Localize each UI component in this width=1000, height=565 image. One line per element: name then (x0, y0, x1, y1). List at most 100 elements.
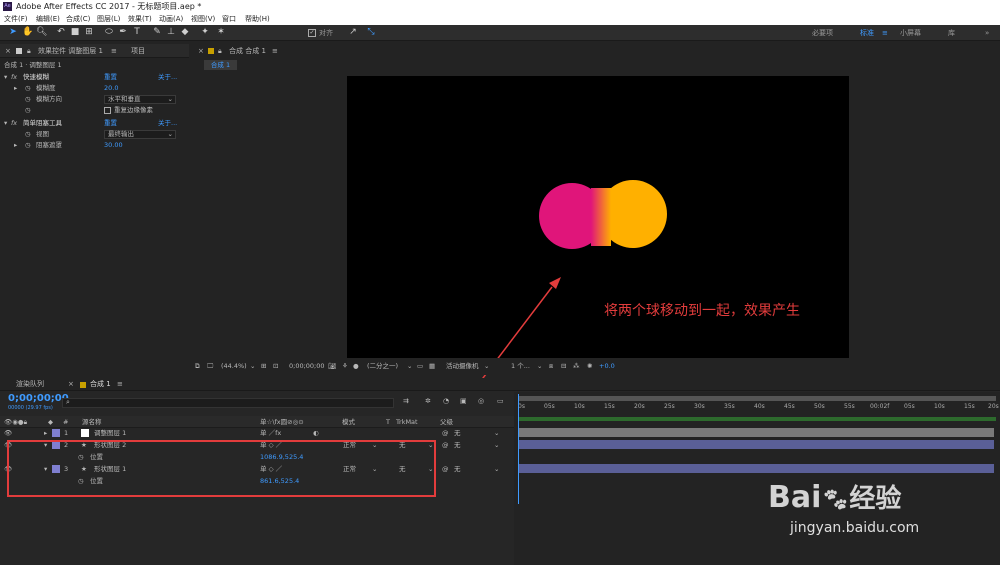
graph-editor-icon[interactable]: ▭ (497, 397, 504, 405)
camera-select[interactable]: 活动摄像机 (446, 358, 479, 375)
workspace-menu-icon[interactable]: ≡ (882, 25, 888, 41)
region-icon[interactable]: ▭ (417, 358, 423, 375)
panel-menu-icon[interactable]: ≡ (117, 378, 123, 391)
layer-row[interactable]: 👁︎ ▸ 1 调整图层 1 单 ／fx ◐ @ 无 ⌄ (0, 427, 514, 439)
frame-blending-icon[interactable]: ▣ (460, 397, 467, 405)
parent-select[interactable]: 无 (454, 439, 461, 451)
snap-icon[interactable]: ↗ (348, 27, 358, 38)
comp-breadcrumb[interactable]: 合成 1 (204, 60, 237, 70)
menu-edit[interactable]: 编辑(E) (36, 13, 60, 25)
playhead[interactable] (518, 394, 519, 504)
camera-tool-icon[interactable]: ■ (70, 27, 80, 38)
pickwhip-icon[interactable]: @ (442, 439, 449, 451)
view-select[interactable]: 最终输出 ⌄ (104, 130, 176, 139)
parent-select[interactable]: 无 (454, 427, 461, 439)
stopwatch-icon[interactable]: ◷ (25, 105, 31, 116)
layer-bar-3[interactable] (518, 464, 994, 473)
color-channel-icon[interactable]: ● (353, 358, 359, 375)
fx-icon[interactable]: fx (11, 118, 17, 129)
adjustment-switch-icon[interactable]: ◐ (313, 427, 319, 439)
chevron-down-icon[interactable]: ⌄ (494, 439, 499, 451)
reset-exposure-icon[interactable]: ✺ (587, 358, 592, 375)
panel-menu-icon[interactable]: ≡ (111, 44, 117, 58)
menu-window[interactable]: 窗口 (222, 13, 236, 25)
puppet-tool-icon[interactable]: ✶ (216, 27, 226, 38)
eye-icon[interactable]: 👁︎ (4, 427, 12, 439)
layer-bar-2[interactable] (518, 440, 994, 449)
expand-arrow-icon[interactable]: ▸ (14, 140, 17, 151)
selection-tool-icon[interactable]: ➤ (8, 27, 18, 38)
align-checkbox[interactable]: ✓ (308, 29, 316, 37)
more-workspaces-icon[interactable]: » (985, 25, 989, 41)
resolution-select[interactable]: (二分之一) (367, 358, 398, 375)
stopwatch-icon[interactable]: ◷ (25, 94, 31, 105)
label-color-swatch[interactable] (52, 429, 60, 437)
zoom-tool-icon[interactable]: 🔍︎ (36, 27, 47, 38)
tab-comp[interactable]: 合成 1 (90, 378, 111, 391)
effect-fast-blur[interactable]: ▾ fx 快速模糊 重置 关于... (0, 72, 189, 83)
type-tool-icon[interactable]: T (132, 27, 142, 38)
snap-bounds-icon[interactable]: ⤡ (366, 27, 376, 38)
draft-3d-icon[interactable]: ✲ (425, 397, 431, 405)
clone-stamp-tool-icon[interactable]: ⊥ (166, 27, 176, 38)
exposure-value[interactable]: +0.0 (599, 358, 615, 375)
ellipse-tool-icon[interactable]: ⬭ (104, 27, 114, 38)
close-panel-icon[interactable]: × (68, 378, 74, 391)
brush-tool-icon[interactable]: ✎ (152, 27, 162, 38)
menu-file[interactable]: 文件(F) (4, 13, 28, 25)
transparency-grid-icon[interactable]: ▦ (429, 358, 435, 375)
stopwatch-icon[interactable]: ◷ (25, 140, 31, 151)
always-preview-icon[interactable]: ⧉ (195, 358, 200, 375)
pickwhip-icon[interactable]: @ (442, 463, 449, 475)
shy-layers-icon[interactable]: ◔ (443, 397, 449, 405)
repeat-edge-checkbox[interactable] (104, 107, 111, 114)
show-snapshot-icon[interactable]: ⚘ (342, 358, 348, 375)
layer-name[interactable]: 调整图层 1 (94, 427, 126, 439)
snapshot-icon[interactable]: 📷︎ (328, 358, 336, 375)
chevron-down-icon[interactable]: ⌄ (407, 358, 412, 375)
time-graph[interactable]: 0s 05s 10s 15s 20s 25s 30s 35s 40s 45s 5… (514, 392, 1000, 565)
workspace-essentials[interactable]: 必要项 (812, 25, 833, 41)
expand-arrow-icon[interactable]: ▾ (4, 72, 7, 83)
menu-composition[interactable]: 合成(C) (66, 13, 90, 25)
prop-value[interactable]: 30.00 (104, 140, 123, 151)
layer-search-input[interactable]: ⌕ (62, 398, 394, 408)
close-panel-icon[interactable]: × (5, 44, 11, 58)
workspace-standard[interactable]: 标准 (860, 25, 874, 41)
chevron-down-icon[interactable]: ⌄ (494, 427, 499, 439)
expand-arrow-icon[interactable]: ▸ (14, 83, 17, 94)
layer-switches[interactable]: 单 ／fx (260, 427, 281, 439)
timecode-display[interactable]: 0;00;00;00 (289, 358, 325, 375)
fast-preview-icon[interactable]: ⧈ (549, 358, 553, 375)
safe-zones-icon[interactable]: ⊞ (261, 358, 266, 375)
menu-layer[interactable]: 图层(L) (97, 13, 120, 25)
motion-blur-icon[interactable]: ◎ (478, 397, 484, 405)
tab-effect-controls[interactable]: 效果控件 调整图层 1 (38, 44, 103, 58)
about-link[interactable]: 关于... (158, 118, 177, 129)
pan-behind-tool-icon[interactable]: ⊞ (84, 27, 94, 38)
comp-mini-flowchart-icon[interactable]: ⇉ (403, 397, 409, 405)
close-panel-icon[interactable]: × (198, 44, 204, 58)
zoom-value[interactable]: (44.4%) (221, 358, 247, 375)
chevron-down-icon[interactable]: ⌄ (250, 358, 255, 375)
tab-project[interactable]: 项目 (131, 44, 145, 58)
blur-direction-select[interactable]: 水平和垂直 ⌄ (104, 95, 176, 104)
menu-animation[interactable]: 动画(A) (159, 13, 183, 25)
flowchart-icon[interactable]: ⁂ (573, 358, 580, 375)
stopwatch-icon[interactable]: ◷ (25, 83, 31, 94)
tab-render-queue[interactable]: 渲染队列 (16, 378, 44, 391)
menu-effect[interactable]: 效果(T) (128, 13, 152, 25)
prop-value[interactable]: 20.0 (104, 83, 118, 94)
expand-arrow-icon[interactable]: ▸ (44, 427, 47, 439)
monitor-icon[interactable]: 🖵︎ (207, 358, 213, 375)
current-timecode[interactable]: 0;00;00;00 (8, 393, 69, 404)
chevron-down-icon[interactable]: ⌄ (484, 358, 489, 375)
fx-icon[interactable]: fx (11, 72, 17, 83)
effect-simple-choker[interactable]: ▾ fx 简单阻塞工具 重置 关于... (0, 118, 189, 129)
chevron-down-icon[interactable]: ⌄ (494, 463, 499, 475)
about-link[interactable]: 关于... (158, 72, 177, 83)
panel-menu-icon[interactable]: ≡ (272, 44, 278, 58)
workspace-library[interactable]: 库 (948, 25, 955, 41)
roto-brush-tool-icon[interactable]: ✦ (200, 27, 210, 38)
reset-link[interactable]: 重置 (104, 118, 117, 129)
